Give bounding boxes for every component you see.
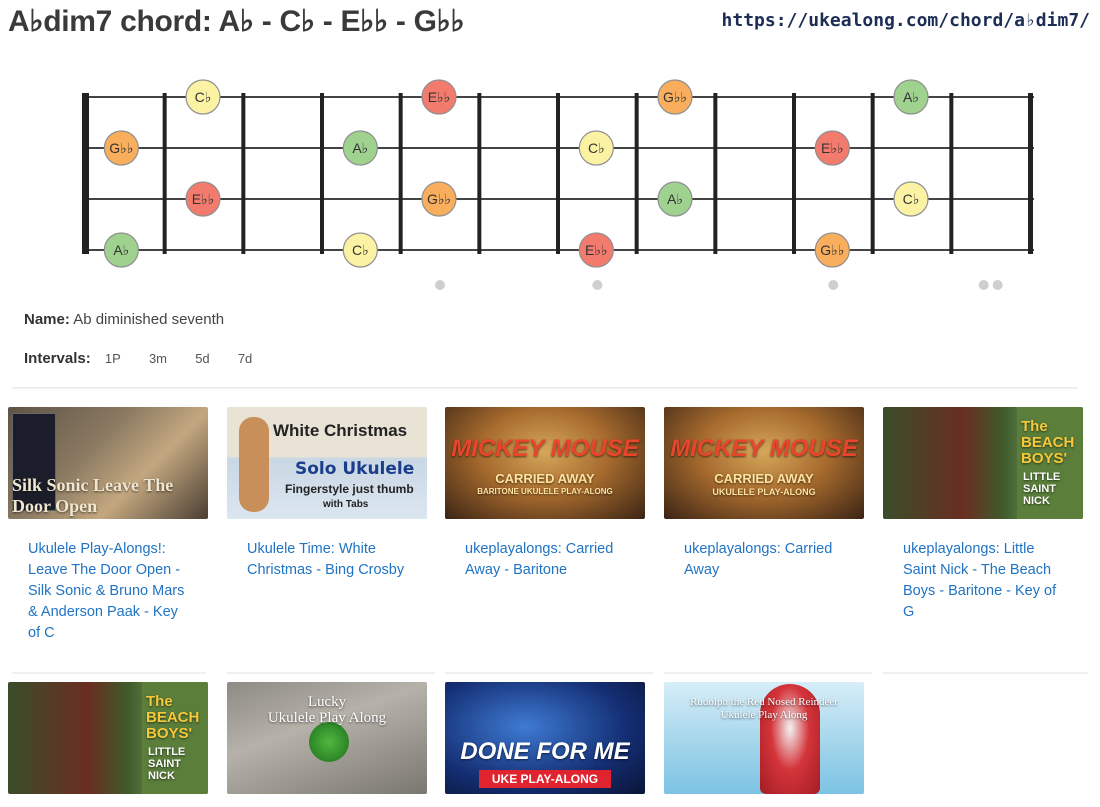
- nut: [82, 93, 89, 254]
- video-thumbnail[interactable]: Lucky Ukulele Play Along: [227, 682, 427, 794]
- row-divider: [445, 672, 653, 674]
- thumbnail-text: MICKEY MOUSE: [670, 435, 858, 462]
- thumbnail-text: Rudolph the Red Nosed Reindeer: [690, 696, 838, 708]
- fret-wire: [792, 93, 796, 254]
- intervals-label: Intervals:: [24, 350, 91, 367]
- video-thumbnail[interactable]: Silk Sonic Leave The Door Open: [8, 407, 208, 519]
- video-thumbnail[interactable]: DONE FOR ME UKE PLAY-ALONG: [445, 682, 645, 794]
- fret-marker-dot: [978, 280, 989, 290]
- note-label: E♭♭: [428, 89, 451, 105]
- note-label: E♭♭: [192, 191, 215, 207]
- note-label: C♭: [903, 191, 920, 207]
- fret-marker-dot: [828, 280, 839, 290]
- note-label: E♭♭: [821, 140, 844, 156]
- fret-wire: [713, 93, 718, 254]
- video-thumbnail[interactable]: Rudolph the Red Nosed Reindeer Ukulele P…: [664, 682, 864, 794]
- clover-icon: [309, 722, 349, 762]
- thumbnail-text: Silk Sonic Leave The Door Open: [12, 475, 174, 516]
- thumbnail-subtext: Fingerstyle just thumb: [285, 482, 414, 496]
- section-divider: [12, 387, 1078, 389]
- thumbnail-subtext: LITTLE SAINT NICK: [148, 746, 186, 782]
- thumbnail-subtext: BARITONE UKULELE PLAY-ALONG: [477, 487, 613, 496]
- note-label: A♭: [903, 89, 919, 105]
- fret-wire: [634, 93, 639, 254]
- interval-item: 7d: [237, 351, 253, 366]
- video-thumbnail[interactable]: MICKEY MOUSE CARRIED AWAY UKULELE PLAY-A…: [664, 407, 864, 519]
- interval-item: 5d: [195, 351, 210, 366]
- video-card[interactable]: DONE FOR ME UKE PLAY-ALONG: [445, 682, 645, 794]
- fret-marker-dot: [992, 280, 1003, 290]
- note-label: G♭♭: [663, 89, 687, 105]
- video-title-link[interactable]: ukeplayalongs: Little Saint Nick - The B…: [883, 519, 1083, 623]
- thumbnail-text: The BEACH BOYS': [1021, 418, 1075, 467]
- video-title-link[interactable]: ukeplayalongs: Carried Away: [664, 519, 864, 581]
- thumbnail-subtext: CARRIED AWAY: [495, 471, 595, 486]
- video-card[interactable]: Rudolph the Red Nosed Reindeer Ukulele P…: [664, 682, 864, 794]
- video-thumbnail[interactable]: White Christmas Solo Ukulele Fingerstyle…: [227, 407, 427, 519]
- fretboard-diagram: C♭ E♭♭ G♭♭ A♭ G♭♭ A♭ C♭ E♭♭ E♭♭ G♭♭ A♭ C♭ A♭ C♭ E♭♭ G♭♭: [82, 79, 1034, 290]
- thumbnail-subtext: with Tabs: [323, 499, 369, 510]
- note-label: A♭: [113, 242, 129, 258]
- video-title-link[interactable]: Ukulele Time: White Christmas - Bing Cro…: [227, 519, 427, 581]
- video-card[interactable]: The BEACH BOYS' LITTLE SAINT NICK: [8, 682, 208, 794]
- thumbnail-subtext: LITTLE SAINT NICK: [1023, 471, 1061, 507]
- note-label: A♭: [352, 140, 368, 156]
- thumbnail-text: White Christmas: [273, 421, 408, 440]
- video-thumbnail[interactable]: MICKEY MOUSE CARRIED AWAY BARITONE UKULE…: [445, 407, 645, 519]
- thumbnail-subtext: UKE PLAY-ALONG: [479, 770, 611, 788]
- video-title-link[interactable]: Ukulele Play-Alongs!: Leave The Door Ope…: [8, 519, 208, 644]
- name-value: Ab diminished seventh: [73, 311, 225, 328]
- video-card[interactable]: White Christmas Solo Ukulele Fingerstyle…: [227, 407, 427, 581]
- note-label: A♭: [667, 191, 683, 207]
- thumbnail-text: Lucky: [307, 694, 347, 710]
- note-label: C♭: [352, 242, 369, 258]
- name-label: Name:: [24, 311, 70, 328]
- thumbnail-text: The BEACH BOYS': [146, 693, 200, 742]
- thumbnail-subtext: Solo Ukulele: [295, 459, 415, 479]
- interval-item: 3m: [148, 351, 168, 366]
- fret-wire: [949, 93, 954, 254]
- note-label: G♭♭: [820, 242, 844, 258]
- fret-wire: [398, 93, 403, 254]
- thumbnail-subtext: UKULELE PLAY-ALONG: [712, 487, 816, 497]
- video-card[interactable]: The BEACH BOYS' LITTLE SAINT NICK ukepla…: [883, 407, 1083, 623]
- note-label: G♭♭: [109, 140, 133, 156]
- fret-wire: [320, 93, 324, 254]
- row-divider: [12, 672, 206, 674]
- video-thumbnail[interactable]: The BEACH BOYS' LITTLE SAINT NICK: [8, 682, 208, 794]
- row-divider: [227, 672, 435, 674]
- interval-item: 1P: [104, 351, 121, 366]
- thumbnail-subtext: CARRIED AWAY: [714, 471, 814, 486]
- fret-marker-dot: [435, 280, 445, 290]
- video-card[interactable]: MICKEY MOUSE CARRIED AWAY UKULELE PLAY-A…: [664, 407, 864, 581]
- video-title-link[interactable]: ukeplayalongs: Carried Away - Baritone: [445, 519, 645, 581]
- ukulele-player-icon: [239, 417, 269, 512]
- chord-name-row: Name: Ab diminished seventh: [24, 311, 224, 328]
- row-divider: [883, 672, 1088, 674]
- video-card[interactable]: Silk Sonic Leave The Door Open Ukulele P…: [8, 407, 208, 644]
- fret-wire: [162, 93, 167, 254]
- fret-wire: [556, 93, 560, 254]
- video-card[interactable]: MICKEY MOUSE CARRIED AWAY BARITONE UKULE…: [445, 407, 645, 581]
- note-label: E♭♭: [585, 242, 608, 258]
- video-thumbnail[interactable]: The BEACH BOYS' LITTLE SAINT NICK: [883, 407, 1083, 519]
- thumbnail-text: MICKEY MOUSE: [451, 435, 639, 462]
- fret-wire: [1028, 93, 1033, 254]
- note-label: C♭: [588, 140, 605, 156]
- intervals-row: Intervals: 1P 3m 5d 7d: [24, 350, 252, 367]
- fret-wire: [870, 93, 875, 254]
- fret-wire: [241, 93, 246, 254]
- thumbnail-subtext: Ukulele Play Along: [720, 709, 808, 721]
- fret-marker-dot: [592, 280, 603, 290]
- row-divider: [664, 672, 872, 674]
- fret-wire: [477, 93, 482, 254]
- note-label: G♭♭: [427, 191, 451, 207]
- thumbnail-text: DONE FOR ME: [460, 738, 630, 765]
- note-label: C♭: [195, 89, 212, 105]
- video-card[interactable]: Lucky Ukulele Play Along: [227, 682, 427, 794]
- thumbnail-subtext: Ukulele Play Along: [267, 710, 387, 726]
